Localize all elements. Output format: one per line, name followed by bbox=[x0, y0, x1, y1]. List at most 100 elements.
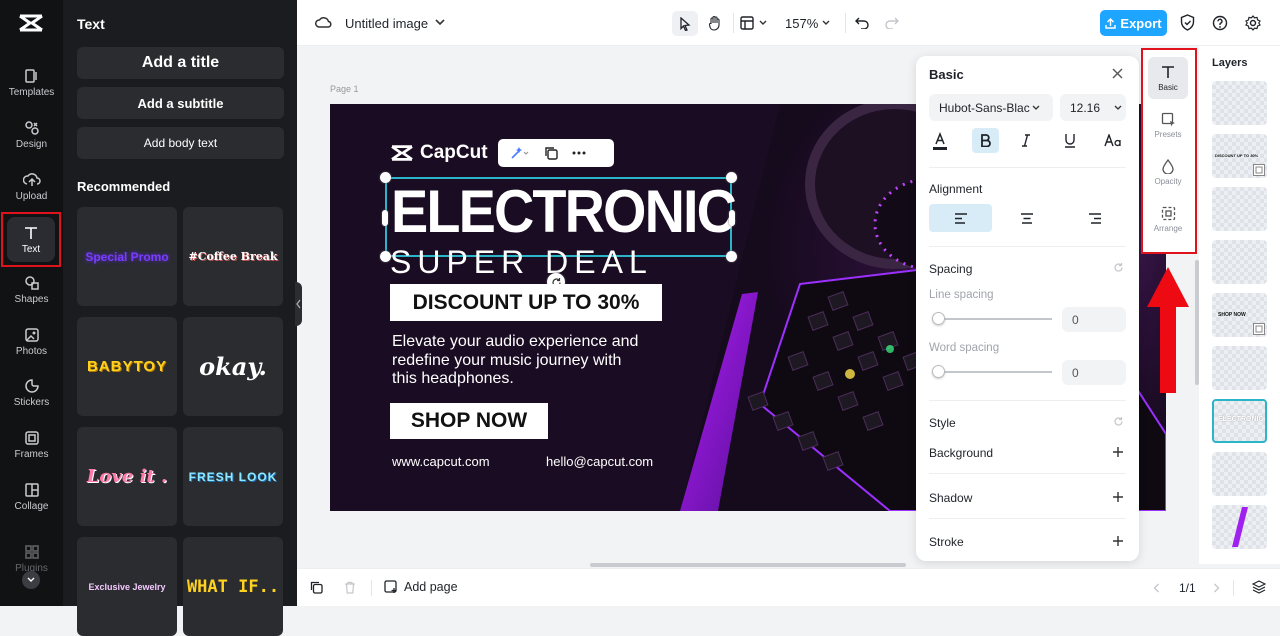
layer-thumbnail[interactable] bbox=[1212, 81, 1267, 125]
font-family-select[interactable]: Hubot-Sans-Blac bbox=[929, 94, 1053, 121]
chevron-down-icon[interactable] bbox=[435, 19, 445, 26]
italic-icon[interactable] bbox=[1021, 134, 1031, 147]
layer-thumbnail[interactable] bbox=[1212, 187, 1267, 231]
rail-collage[interactable]: Collage bbox=[0, 482, 63, 512]
add-subtitle-button[interactable]: Add a subtitle bbox=[77, 87, 284, 119]
website-text[interactable]: www.capcut.com bbox=[392, 454, 490, 469]
layer-thumbnail[interactable] bbox=[1212, 346, 1267, 390]
redo-icon[interactable] bbox=[885, 16, 899, 29]
rail-text[interactable]: Text bbox=[1, 212, 61, 267]
close-icon[interactable] bbox=[1112, 68, 1123, 79]
shield-icon[interactable] bbox=[1180, 14, 1195, 31]
rail-plugins[interactable]: Plugins bbox=[0, 544, 63, 574]
reset-icon[interactable] bbox=[1113, 262, 1124, 273]
chevron-down-icon[interactable] bbox=[822, 20, 830, 26]
discount-banner[interactable]: DISCOUNT UP TO 30% bbox=[390, 284, 662, 321]
tab-presets[interactable]: Presets bbox=[1148, 104, 1188, 146]
resize-handle[interactable] bbox=[380, 172, 391, 183]
trash-icon[interactable] bbox=[344, 581, 356, 594]
hand-tool-icon[interactable] bbox=[708, 15, 722, 31]
rail-stickers[interactable]: Stickers bbox=[0, 378, 63, 408]
capcut-logo[interactable] bbox=[18, 12, 44, 34]
add-body-text-button[interactable]: Add body text bbox=[77, 127, 284, 159]
settings-gear-icon[interactable] bbox=[1245, 15, 1261, 31]
horizontal-scrollbar[interactable] bbox=[590, 563, 906, 567]
rail-templates[interactable]: Templates bbox=[0, 68, 63, 98]
magic-wand-icon[interactable] bbox=[510, 146, 530, 160]
add-stroke-icon[interactable] bbox=[1112, 535, 1124, 547]
add-title-button[interactable]: Add a title bbox=[77, 47, 284, 79]
word-spacing-input[interactable]: 0 bbox=[1062, 360, 1126, 385]
layers-stack-icon[interactable] bbox=[1252, 580, 1266, 594]
rail-label: Templates bbox=[8, 87, 55, 98]
layer-thumbnail[interactable] bbox=[1212, 452, 1267, 496]
line-spacing-input[interactable]: 0 bbox=[1062, 307, 1126, 332]
group-icon bbox=[1253, 323, 1265, 335]
document-title[interactable]: Untitled image bbox=[345, 16, 428, 31]
align-right-icon[interactable] bbox=[1088, 213, 1102, 224]
panel-collapse-handle[interactable] bbox=[295, 282, 302, 326]
resize-handle[interactable] bbox=[382, 210, 388, 226]
bold-icon bbox=[981, 134, 991, 147]
tab-basic[interactable]: Basic bbox=[1148, 57, 1188, 99]
zoom-level[interactable]: 157% bbox=[785, 16, 818, 31]
text-preset-tile[interactable]: Exclusive Jewelry bbox=[77, 537, 177, 636]
align-left-button[interactable] bbox=[929, 204, 992, 232]
rail-shapes[interactable]: Shapes bbox=[0, 275, 63, 305]
word-spacing-slider[interactable] bbox=[932, 365, 1052, 378]
body-text[interactable]: Elevate your audio experience and redefi… bbox=[392, 333, 638, 389]
text-color-button[interactable] bbox=[933, 132, 951, 152]
text-preset-tile[interactable]: WHAT IF.. bbox=[183, 537, 283, 636]
bold-button[interactable] bbox=[972, 128, 999, 153]
text-preset-tile[interactable]: FRESH LOOK bbox=[183, 427, 283, 526]
export-button[interactable]: Export bbox=[1100, 10, 1167, 36]
purple-shape-thumb bbox=[1232, 507, 1248, 547]
text-preset-tile[interactable]: Love it . bbox=[77, 427, 177, 526]
duplicate-page-icon[interactable] bbox=[310, 581, 323, 594]
align-center-icon[interactable] bbox=[1020, 213, 1034, 224]
add-page-button[interactable]: Add page bbox=[384, 580, 458, 594]
help-icon[interactable] bbox=[1212, 15, 1228, 31]
chevron-right-icon[interactable] bbox=[1213, 583, 1220, 593]
layer-thumbnail-selected[interactable]: ELECTRONIC bbox=[1212, 399, 1267, 443]
rail-upload[interactable]: Upload bbox=[0, 172, 63, 202]
select-tool-button[interactable] bbox=[672, 11, 698, 36]
line-spacing-slider[interactable] bbox=[932, 312, 1052, 325]
add-shadow-icon[interactable] bbox=[1112, 491, 1124, 503]
subheadline-text[interactable]: SUPER DEAL bbox=[390, 244, 653, 281]
duplicate-icon[interactable] bbox=[544, 146, 558, 160]
brand-logo[interactable]: CapCut bbox=[390, 142, 488, 164]
layout-icon[interactable] bbox=[740, 16, 754, 30]
tab-arrange[interactable]: Arrange bbox=[1148, 198, 1188, 240]
cta-button-graphic[interactable]: SHOP NOW bbox=[390, 403, 548, 439]
rail-photos[interactable]: Photos bbox=[0, 327, 63, 357]
add-background-icon[interactable] bbox=[1112, 446, 1124, 458]
rail-frames[interactable]: Frames bbox=[0, 430, 63, 460]
underline-icon[interactable] bbox=[1064, 133, 1076, 148]
font-size-select[interactable]: 12.16 bbox=[1060, 94, 1126, 121]
email-text[interactable]: hello@capcut.com bbox=[546, 454, 653, 469]
layer-thumbnail[interactable]: DISCOUNT UP TO 30% bbox=[1212, 134, 1267, 178]
text-preset-tile[interactable]: okay. bbox=[183, 317, 283, 416]
chevron-down-icon[interactable] bbox=[759, 20, 767, 26]
text-preset-tile[interactable]: BABYTOY bbox=[77, 317, 177, 416]
chevron-left-icon[interactable] bbox=[1153, 583, 1160, 593]
layer-thumbnail[interactable] bbox=[1212, 505, 1267, 549]
text-preset-tile[interactable]: Special Promo bbox=[77, 207, 177, 306]
tab-opacity[interactable]: Opacity bbox=[1148, 151, 1188, 193]
rail-design[interactable]: Design bbox=[0, 120, 63, 150]
more-options-icon[interactable] bbox=[572, 151, 586, 155]
reset-icon[interactable] bbox=[1113, 416, 1124, 427]
layer-thumbnail[interactable] bbox=[1212, 240, 1267, 284]
resize-handle[interactable] bbox=[729, 210, 735, 226]
resize-handle[interactable] bbox=[726, 172, 737, 183]
property-tabs: Basic Presets Opacity Arrange bbox=[1141, 48, 1197, 254]
layer-thumbnail[interactable]: SHOP NOW bbox=[1212, 293, 1267, 337]
resize-handle[interactable] bbox=[726, 251, 737, 262]
slider-thumb[interactable] bbox=[932, 365, 945, 378]
undo-icon[interactable] bbox=[855, 16, 869, 29]
text-case-icon[interactable] bbox=[1104, 134, 1122, 147]
rail-expand-button[interactable] bbox=[22, 571, 40, 589]
slider-thumb[interactable] bbox=[932, 312, 945, 325]
text-preset-tile[interactable]: #Coffee Break bbox=[183, 207, 283, 306]
